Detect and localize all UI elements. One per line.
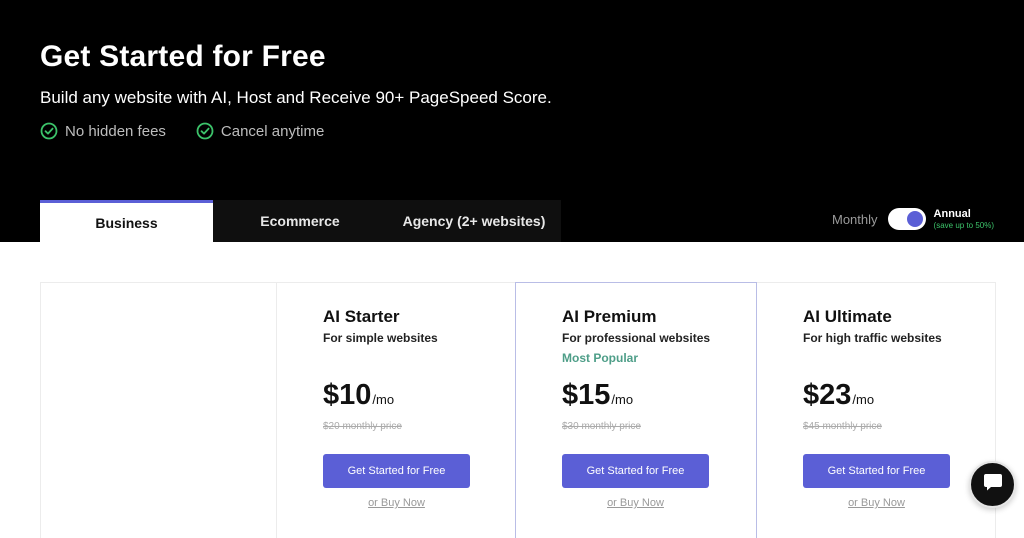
- chat-launcher-button[interactable]: [969, 461, 1016, 508]
- plan-card-ai-premium: AI Premium For professional websites Mos…: [515, 282, 757, 538]
- billing-annual: Annual (save up to 50%): [934, 208, 994, 231]
- plan-description: For simple websites: [323, 331, 438, 345]
- buy-now-link[interactable]: or Buy Now: [803, 497, 950, 509]
- price-unit: /mo: [611, 392, 634, 407]
- billing-toggle[interactable]: [887, 208, 926, 231]
- hero-subtitle: Build any website with AI, Host and Rece…: [40, 88, 552, 107]
- tab-ecommerce[interactable]: Ecommerce: [213, 200, 387, 242]
- feature-label: No hidden fees: [65, 122, 166, 140]
- plan-description: For high traffic websites: [803, 331, 942, 345]
- most-popular-badge: Most Popular: [562, 351, 639, 365]
- billing-monthly-label: Monthly: [832, 211, 878, 227]
- price-unit: /mo: [372, 392, 395, 407]
- plan-name: AI Starter: [323, 307, 400, 326]
- buy-now-link[interactable]: or Buy Now: [562, 497, 709, 509]
- pricing-feature-label-column: [41, 283, 276, 538]
- plan-category-tabs: Business Ecommerce Agency (2+ websites): [40, 200, 561, 242]
- plan-name: AI Ultimate: [803, 307, 892, 326]
- price-amount: $15: [562, 379, 611, 411]
- plan-price: $10 /mo: [323, 379, 394, 412]
- get-started-button[interactable]: Get Started for Free: [323, 454, 470, 488]
- get-started-button[interactable]: Get Started for Free: [562, 454, 709, 488]
- price-amount: $23: [803, 379, 852, 411]
- plan-price: $23 /mo: [803, 379, 874, 412]
- page-title: Get Started for Free: [40, 40, 326, 73]
- get-started-button[interactable]: Get Started for Free: [803, 454, 950, 488]
- billing-annual-note: (save up to 50%): [933, 221, 995, 231]
- plan-name: AI Premium: [562, 307, 657, 326]
- plan-old-price: $30 monthly price: [562, 421, 641, 432]
- plan-description: For professional websites: [562, 331, 711, 345]
- plan-price: $15 /mo: [562, 379, 633, 412]
- feature-cancel-anytime: Cancel anytime: [196, 122, 324, 140]
- plan-card-ai-ultimate: AI Ultimate For high traffic websites $2…: [757, 283, 996, 538]
- check-circle-icon: [196, 122, 214, 140]
- billing-period-switch: Monthly Annual (save up to 50%): [832, 208, 994, 231]
- feature-no-hidden-fees: No hidden fees: [40, 122, 166, 140]
- pricing-table: AI Starter For simple websites $10 /mo $…: [40, 282, 996, 538]
- feature-list: No hidden fees Cancel anytime: [40, 122, 324, 140]
- toggle-knob: [906, 211, 923, 228]
- plan-old-price: $20 monthly price: [323, 421, 402, 432]
- price-amount: $10: [323, 379, 372, 411]
- billing-annual-label: Annual: [933, 208, 971, 220]
- tab-agency[interactable]: Agency (2+ websites): [387, 200, 561, 242]
- price-unit: /mo: [852, 392, 875, 407]
- buy-now-link[interactable]: or Buy Now: [323, 497, 470, 509]
- plan-old-price: $45 monthly price: [803, 421, 882, 432]
- plan-card-ai-starter: AI Starter For simple websites $10 /mo $…: [276, 283, 515, 538]
- tab-business[interactable]: Business: [40, 200, 213, 242]
- feature-label: Cancel anytime: [220, 122, 325, 140]
- chat-bubble-icon: [982, 471, 1004, 498]
- check-circle-icon: [40, 122, 58, 140]
